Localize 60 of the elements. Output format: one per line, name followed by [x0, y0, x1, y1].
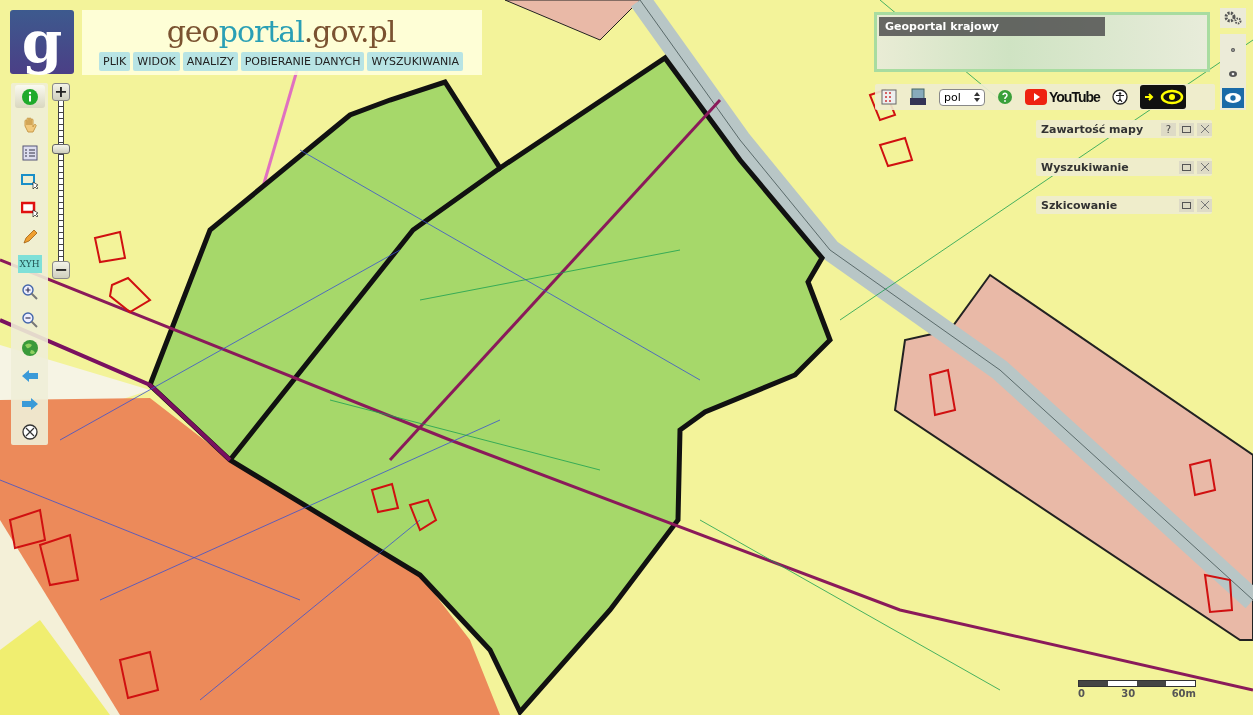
overview-map[interactable]: Geoportal krajowy	[874, 12, 1210, 72]
logo[interactable]: g	[10, 10, 74, 74]
globe-icon	[20, 338, 39, 357]
pencil-icon	[20, 227, 39, 246]
video-link[interactable]: YouTube	[1025, 89, 1100, 105]
zoom-in-icon	[20, 282, 39, 301]
maximize-button[interactable]	[1179, 160, 1194, 174]
grid-icon[interactable]	[881, 89, 897, 105]
eye-icon	[1224, 92, 1242, 104]
close-icon	[1200, 163, 1209, 171]
layers-icon[interactable]	[909, 88, 927, 106]
eye-icon	[1230, 47, 1236, 53]
help-button[interactable]: ?	[1161, 122, 1176, 136]
eye-icon	[1228, 70, 1238, 78]
panel-title: Zawartość mapy	[1041, 122, 1145, 136]
panel-title: Wyszukiwanie	[1041, 160, 1130, 174]
menu-item[interactable]: WIDOK	[133, 52, 180, 71]
map-drawing[interactable]	[0, 0, 1253, 715]
rectangle-select-icon	[20, 199, 39, 218]
menu-item[interactable]: PLIK	[99, 52, 131, 71]
close-icon	[1200, 125, 1209, 133]
menu-item[interactable]: WYSZUKIWANIA	[367, 52, 463, 71]
close-button[interactable]	[1197, 160, 1212, 174]
coordinates-button[interactable]: XYH	[17, 255, 42, 273]
language-select[interactable]: pol	[939, 88, 985, 106]
settings-button[interactable]	[1220, 8, 1246, 28]
play-icon	[1025, 89, 1047, 105]
help-icon[interactable]	[997, 89, 1013, 105]
contrast-eye-icon[interactable]	[1139, 85, 1186, 109]
scale-label: 0	[1078, 688, 1085, 699]
maximize-button[interactable]	[1179, 198, 1194, 212]
panel-header[interactable]: Szkicowanie	[1036, 196, 1212, 214]
zoom-out-button[interactable]: −	[52, 261, 70, 279]
menu-item[interactable]: ANALIZY	[182, 52, 238, 71]
menu-item[interactable]: POBIERANIE DANYCH	[240, 52, 365, 71]
close-button[interactable]	[1197, 198, 1212, 212]
site-title: geoportal.gov.pl	[166, 13, 396, 51]
accessibility-icon[interactable]	[1111, 89, 1128, 105]
maximize-icon	[1182, 163, 1191, 171]
rectangle-select-icon	[20, 171, 39, 190]
list-icon	[20, 143, 39, 162]
maximize-icon	[1182, 201, 1191, 209]
panel-header[interactable]: Zawartość mapy ?	[1036, 120, 1212, 138]
zoom-slider-thumb[interactable]	[52, 143, 70, 154]
overview-title: Geoportal krajowy	[879, 17, 1105, 36]
clear-icon	[20, 422, 39, 441]
maximize-icon	[1182, 125, 1191, 133]
view-size-button[interactable]	[1222, 88, 1244, 108]
close-icon	[1200, 201, 1209, 209]
maximize-button[interactable]	[1179, 122, 1194, 136]
updown-icon	[974, 92, 980, 102]
scale-label: 60m	[1171, 688, 1196, 699]
info-icon	[20, 87, 39, 106]
close-button[interactable]	[1197, 122, 1212, 136]
panel-title: Szkicowanie	[1041, 198, 1119, 212]
panel-header[interactable]: Wyszukiwanie	[1036, 158, 1212, 176]
zoom-in-button[interactable]: +	[52, 83, 70, 101]
scale-label: 30	[1121, 688, 1136, 699]
zoom-out-icon	[20, 310, 39, 329]
settings-icon	[1224, 11, 1242, 25]
